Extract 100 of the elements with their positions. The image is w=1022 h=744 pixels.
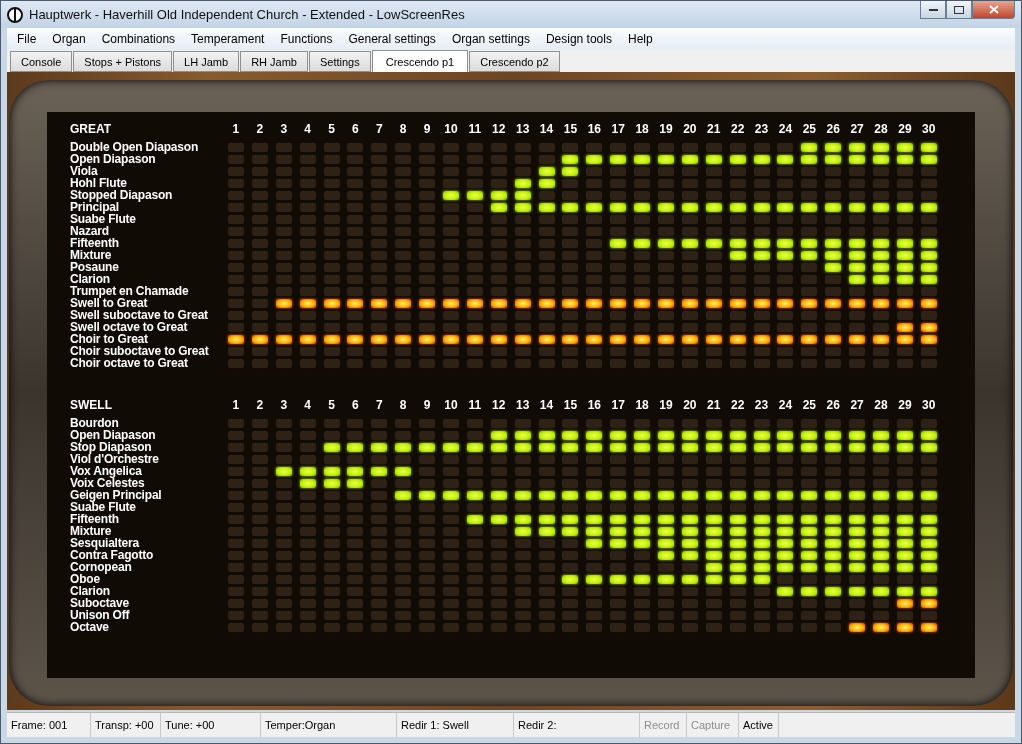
step-number: 15 bbox=[562, 399, 579, 411]
step-number: 21 bbox=[706, 399, 722, 411]
step-number: 13 bbox=[514, 123, 531, 135]
stop-name: Posaune bbox=[70, 261, 120, 273]
step-number: 30 bbox=[921, 399, 937, 411]
maximize-button[interactable] bbox=[946, 1, 972, 19]
close-button[interactable] bbox=[972, 1, 1015, 19]
stop-name: Cornopean bbox=[70, 561, 132, 573]
step-number: 27 bbox=[849, 399, 865, 411]
stop-name: Fifteenth bbox=[70, 513, 120, 525]
menu-item[interactable]: Temperament bbox=[183, 32, 273, 46]
stop-name: Swell suboctave to Great bbox=[70, 309, 209, 321]
step-number: 10 bbox=[443, 123, 459, 135]
step-number: 24 bbox=[777, 123, 794, 135]
stop-name: Viol d'Orchestre bbox=[70, 453, 160, 465]
stop-name: Fifteenth bbox=[70, 237, 120, 249]
step-number: 1 bbox=[231, 123, 241, 135]
step-number: 5 bbox=[327, 399, 336, 411]
step-number: 17 bbox=[610, 123, 626, 135]
step-number: 27 bbox=[849, 123, 865, 135]
status-item: Transp: +00 bbox=[91, 713, 161, 737]
step-number: 3 bbox=[279, 399, 289, 411]
step-number: 28 bbox=[873, 123, 889, 135]
stop-name: Octave bbox=[70, 621, 110, 633]
step-number: 9 bbox=[422, 399, 432, 411]
step-number: 2 bbox=[255, 399, 265, 411]
step-number: 30 bbox=[921, 123, 937, 135]
stop-name: Mixture bbox=[70, 249, 113, 261]
stop-name: Suabe Flute bbox=[70, 501, 136, 513]
tab[interactable]: RH Jamb bbox=[240, 51, 308, 72]
status-item: Frame: 001 bbox=[7, 713, 91, 737]
step-number: 6 bbox=[351, 123, 360, 135]
step-number: 14 bbox=[538, 399, 555, 411]
menu-item[interactable]: General settings bbox=[340, 32, 444, 46]
tab[interactable]: LH Jamb bbox=[173, 51, 240, 72]
tab[interactable]: Console bbox=[10, 51, 73, 72]
stop-name: Clarion bbox=[70, 273, 111, 285]
stop-name: Stopped Diapason bbox=[70, 189, 174, 201]
step-number: 26 bbox=[825, 123, 841, 135]
step-number: 4 bbox=[303, 399, 312, 411]
step-number: 23 bbox=[753, 123, 770, 135]
status-item: Temper:Organ bbox=[261, 713, 397, 737]
stop-name: Swell octave to Great bbox=[70, 321, 189, 333]
step-number: 16 bbox=[586, 399, 602, 411]
tab[interactable]: Stops + Pistons bbox=[73, 51, 173, 72]
step-number: 25 bbox=[801, 123, 817, 135]
stop-name: Swell to Great bbox=[70, 297, 149, 309]
stop-name: Double Open Diapason bbox=[70, 141, 199, 153]
stop-name: Open Diapason bbox=[70, 429, 157, 441]
stop-name: Open Diapason bbox=[70, 153, 156, 165]
step-number: 4 bbox=[303, 123, 312, 135]
stop-name: Choir suboctave to Great bbox=[70, 345, 210, 357]
stop-name: Unison Off bbox=[70, 609, 131, 621]
step-number: 21 bbox=[706, 123, 722, 135]
step-number: 9 bbox=[422, 123, 432, 135]
step-number: 8 bbox=[398, 399, 408, 411]
step-number: 7 bbox=[374, 123, 384, 135]
step-number: 28 bbox=[873, 399, 889, 411]
step-number: 8 bbox=[398, 123, 408, 135]
step-number: 3 bbox=[279, 123, 289, 135]
stop-name: Oboe bbox=[70, 573, 100, 585]
step-number: 19 bbox=[658, 399, 674, 411]
menu-item[interactable]: Organ bbox=[44, 32, 94, 46]
step-number: 26 bbox=[825, 399, 841, 411]
step-number: 11 bbox=[467, 123, 483, 135]
window-title: Hauptwerk - Haverhill Old Independent Church - Extended - LowScreenRes bbox=[29, 7, 466, 22]
status-item: Redir 2: bbox=[514, 713, 640, 737]
stop-name: Mixture bbox=[70, 525, 113, 537]
step-number: 20 bbox=[682, 123, 698, 135]
step-number: 10 bbox=[443, 399, 459, 411]
menu-item[interactable]: Combinations bbox=[93, 32, 184, 46]
tab[interactable]: Crescendo p1 bbox=[371, 50, 469, 72]
step-number: 7 bbox=[374, 399, 384, 411]
stop-name: Suboctave bbox=[70, 597, 130, 609]
maximize-icon bbox=[954, 5, 964, 14]
menu-item[interactable]: File bbox=[9, 32, 45, 46]
status-item: Capture bbox=[687, 713, 739, 737]
stop-name: Hohl Flute bbox=[70, 177, 128, 189]
menu-item[interactable]: Design tools bbox=[537, 32, 620, 46]
menu-item[interactable]: Help bbox=[619, 32, 661, 46]
stop-name: Clarion bbox=[70, 585, 111, 597]
menu-item[interactable]: Functions bbox=[272, 32, 341, 46]
menu-item[interactable]: Organ settings bbox=[443, 32, 538, 46]
step-number: 24 bbox=[777, 399, 794, 411]
stop-name: Sesquialtera bbox=[70, 537, 140, 549]
stop-name: Principal bbox=[70, 201, 119, 213]
status-item: Active bbox=[739, 713, 779, 737]
minimize-button[interactable] bbox=[920, 1, 946, 19]
step-number: 29 bbox=[897, 123, 913, 135]
step-number: 11 bbox=[467, 399, 483, 411]
step-number: 29 bbox=[897, 399, 913, 411]
status-item: Redir 1: Swell bbox=[397, 713, 514, 737]
step-number: 1 bbox=[231, 399, 241, 411]
stop-name: Choir octave to Great bbox=[70, 357, 189, 369]
step-number: 20 bbox=[682, 399, 698, 411]
division-title: GREAT bbox=[70, 123, 113, 135]
stop-name: Choir to Great bbox=[70, 333, 149, 345]
tab[interactable]: Settings bbox=[309, 51, 371, 72]
tab[interactable]: Crescendo p2 bbox=[469, 51, 560, 72]
step-number: 17 bbox=[610, 399, 626, 411]
